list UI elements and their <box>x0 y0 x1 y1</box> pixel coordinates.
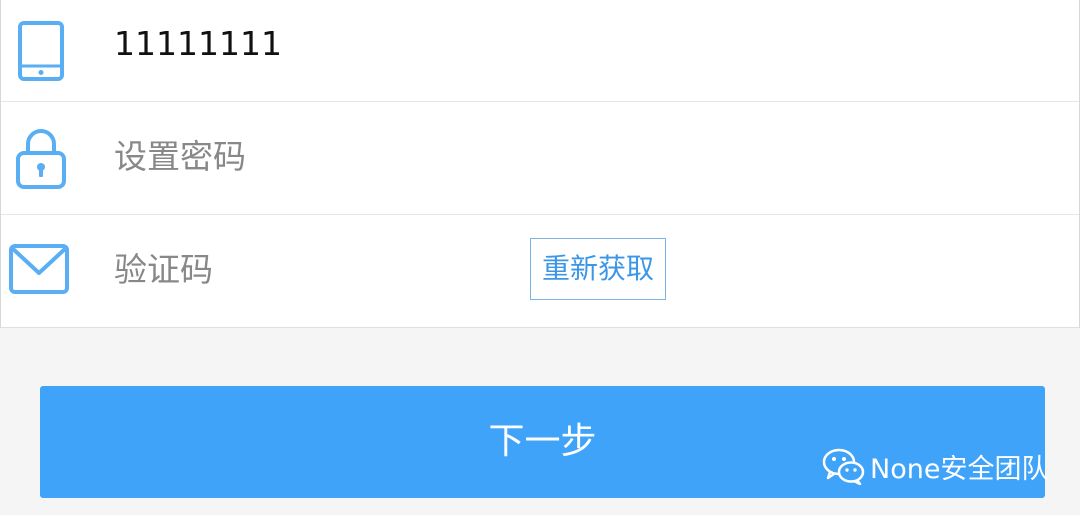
phone-icon <box>18 21 64 81</box>
lock-icon <box>16 129 66 189</box>
watermark: None安全团队 <box>822 446 1048 486</box>
signup-form: 11111111 设置密码 验证码 重新获取 <box>0 0 1080 328</box>
watermark-text: None安全团队 <box>870 453 1049 485</box>
wechat-icon <box>822 448 865 485</box>
code-input[interactable]: 验证码 <box>114 250 213 290</box>
resend-code-button[interactable]: 重新获取 <box>530 238 666 300</box>
password-input[interactable]: 设置密码 <box>114 137 246 177</box>
mail-icon <box>9 244 69 294</box>
phone-input[interactable]: 11111111 <box>114 24 282 64</box>
